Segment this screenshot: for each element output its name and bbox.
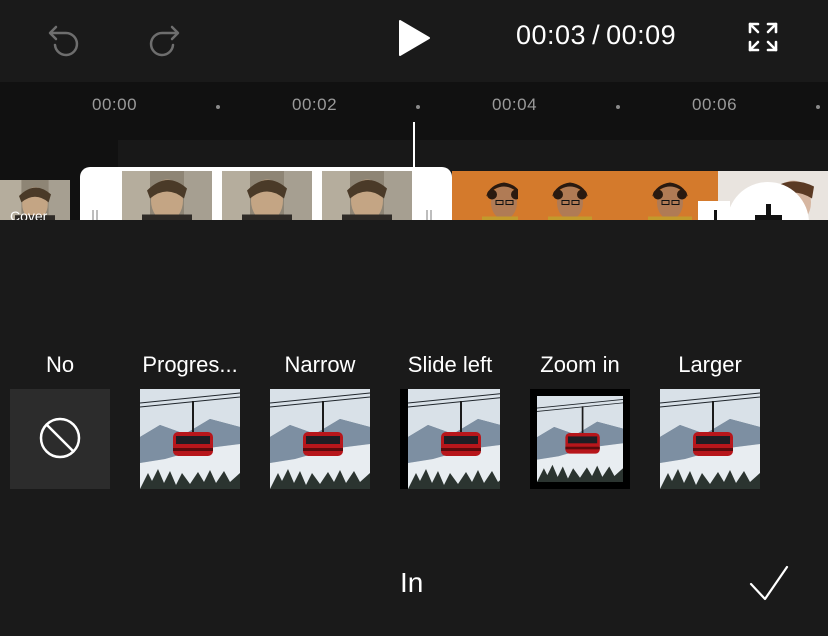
top-toolbar: 00:03/00:09 (0, 0, 828, 82)
preview-thumbnail (660, 389, 760, 489)
preview-thumbnail (140, 389, 240, 489)
ruler-dot (416, 105, 420, 109)
animation-thumbnail[interactable] (140, 389, 240, 489)
animation-label: Larger (678, 352, 742, 377)
animation-label: Zoom in (540, 352, 620, 377)
undo-icon (48, 25, 79, 57)
fullscreen-button[interactable] (744, 18, 782, 56)
preview-thumbnail (530, 389, 630, 489)
animation-label: Progres... (142, 352, 238, 377)
current-time: 00:03 (516, 20, 587, 50)
ruler-label: 00:06 (692, 95, 738, 114)
time-separator: / (592, 20, 601, 50)
play-button[interactable] (394, 16, 434, 60)
animation-thumbnail[interactable] (10, 389, 110, 489)
total-time: 00:09 (606, 20, 677, 50)
ruler-dot (816, 105, 820, 109)
cover-button[interactable]: Cover (0, 180, 70, 220)
preview-thumbnail (400, 389, 500, 489)
ruler-label: 00:04 (492, 95, 538, 114)
redo-icon (149, 25, 180, 57)
animation-label: Narrow (284, 352, 356, 377)
animation-thumbnail[interactable] (660, 389, 760, 489)
animation-thumbnail[interactable] (400, 389, 500, 489)
clip-frame (518, 171, 618, 220)
animation-thumbnail[interactable] (270, 389, 370, 489)
confirm-button[interactable] (748, 564, 790, 604)
ruler-label: 00:00 (92, 95, 138, 114)
clip-frame (322, 171, 412, 220)
clip-frame (222, 171, 312, 220)
animation-label: Slide left (407, 352, 493, 377)
none-icon (39, 417, 81, 459)
clip-right-handle[interactable] (426, 210, 434, 220)
playhead[interactable] (413, 122, 415, 220)
panel-background (0, 220, 828, 340)
animation-thumbnail[interactable] (530, 389, 630, 489)
play-icon (399, 20, 430, 56)
transition-marker[interactable] (698, 201, 730, 220)
ruler-label: 00:02 (292, 95, 338, 114)
animation-label: No (45, 352, 75, 377)
checkmark-icon (749, 565, 789, 601)
redo-button[interactable] (144, 18, 184, 58)
cover-label: Cover (10, 208, 48, 220)
clip-left-handle[interactable] (92, 210, 100, 220)
time-display: 00:03/00:09 (516, 20, 676, 51)
ruler-dot (616, 105, 620, 109)
selected-clip[interactable] (80, 167, 452, 220)
clip-frame (122, 171, 212, 220)
fullscreen-icon (748, 22, 778, 52)
preview-thumbnail (270, 389, 370, 489)
tab-in[interactable]: In (400, 567, 423, 599)
undo-button[interactable] (44, 18, 84, 58)
ruler-dot (216, 105, 220, 109)
